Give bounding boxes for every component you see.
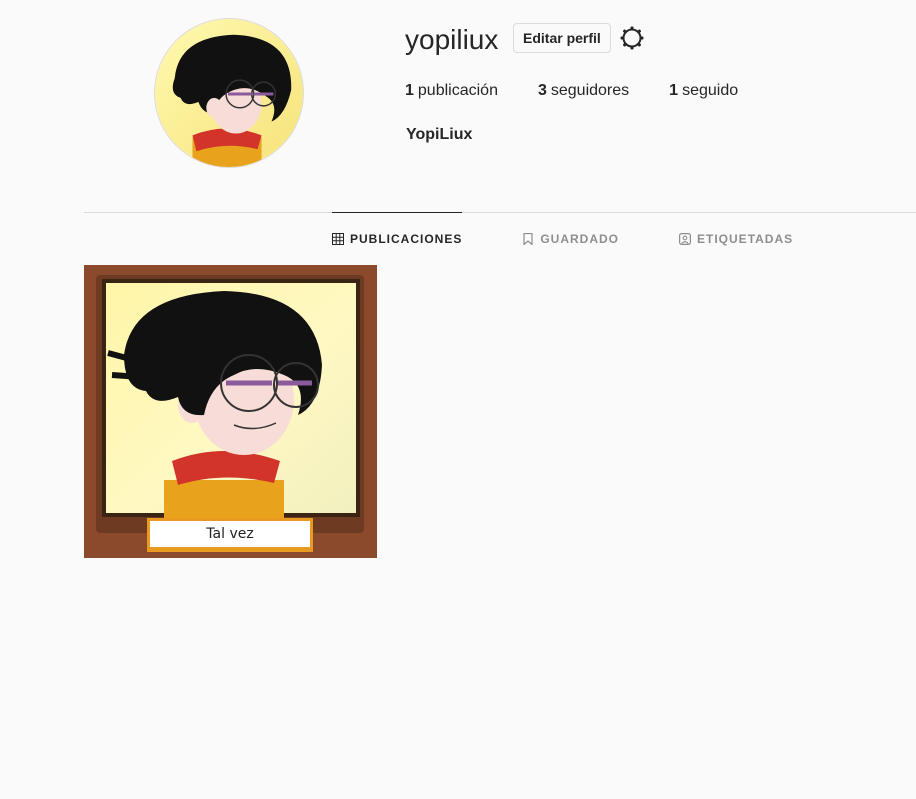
- profile-stats: 1 publicación 3 seguidores 1 seguido: [405, 82, 778, 100]
- post-caption: Tal vez: [206, 526, 254, 542]
- stat-posts: 1 publicación: [405, 82, 498, 100]
- stat-followers-label: seguidores: [550, 82, 630, 99]
- tab-saved-label: GUARDADO: [540, 231, 620, 246]
- profile-username: yopiliux: [405, 24, 499, 55]
- stat-following-label: seguido: [682, 82, 739, 99]
- bookmark-icon: [523, 232, 533, 245]
- grid-icon: [332, 232, 344, 245]
- tag-person-icon: [679, 232, 692, 245]
- profile-full-name: YopiLiux: [406, 126, 473, 143]
- edit-profile-button[interactable]: Editar perfil: [513, 23, 611, 53]
- profile-avatar[interactable]: [154, 18, 304, 168]
- tab-tagged-label: ETIQUETADAS: [697, 231, 794, 246]
- profile-tabs: PUBLICACIONES GUARDADO ETIQUETADAS: [332, 212, 853, 264]
- tab-saved[interactable]: GUARDADO: [522, 212, 619, 264]
- stat-following-count: 1: [669, 82, 679, 99]
- post-thumbnail[interactable]: Tal vez: [84, 265, 377, 558]
- stat-posts-label: publicación: [417, 82, 498, 99]
- tab-posts-label: PUBLICACIONES: [350, 231, 463, 246]
- stat-followers[interactable]: 3 seguidores: [538, 82, 629, 100]
- stat-followers-count: 3: [537, 82, 547, 99]
- avatar-image: [155, 19, 303, 167]
- stat-posts-count: 1: [405, 82, 414, 99]
- gear-icon[interactable]: [619, 25, 645, 51]
- tab-tagged[interactable]: ETIQUETADAS: [679, 212, 793, 264]
- tab-posts[interactable]: PUBLICACIONES: [332, 212, 463, 264]
- stat-following[interactable]: 1 seguido: [669, 82, 738, 100]
- post-image: [84, 265, 377, 558]
